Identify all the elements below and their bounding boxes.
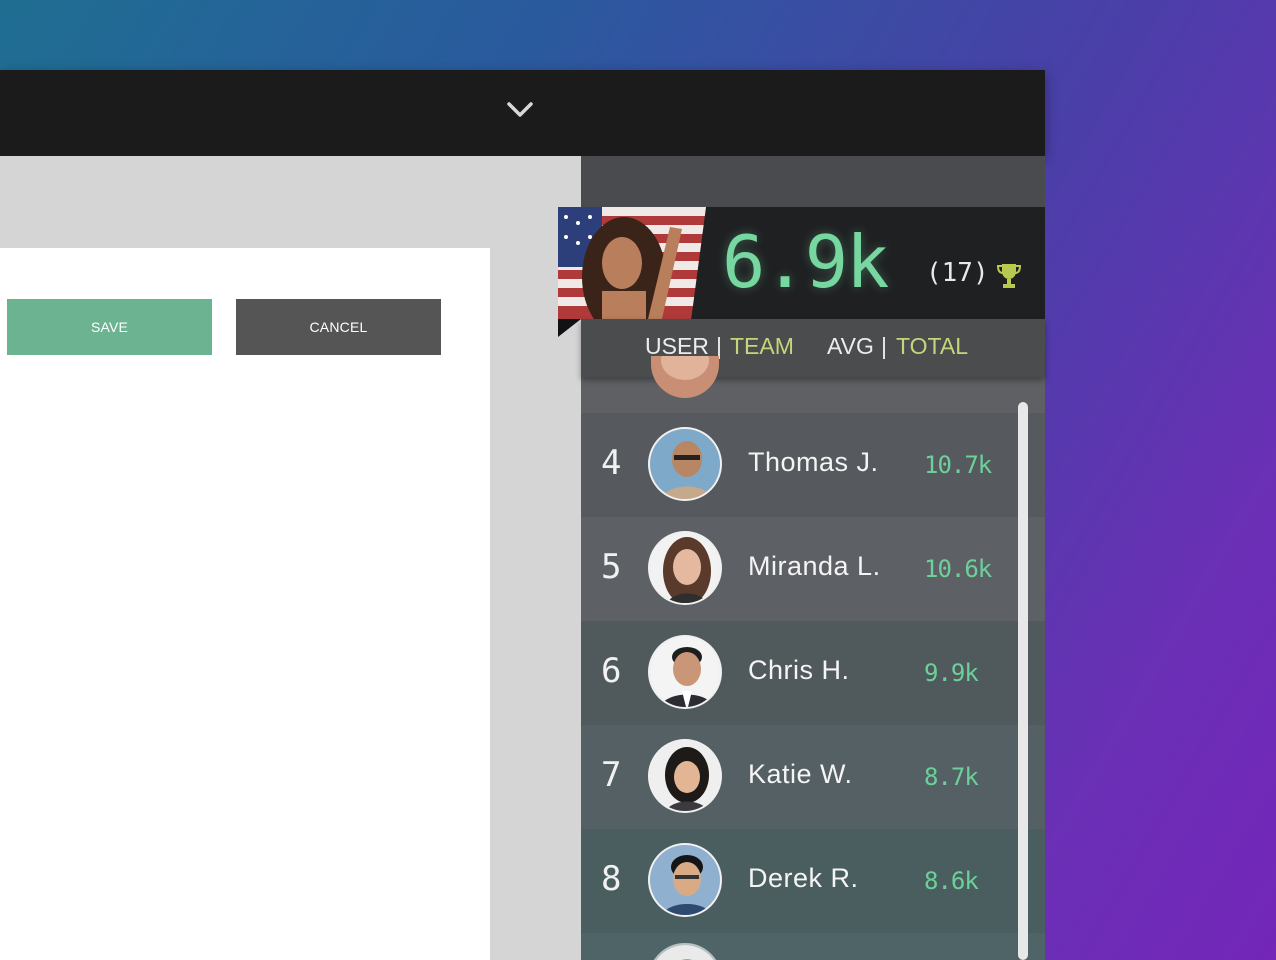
user-name: Katie W. (748, 759, 853, 789)
chevron-down-icon[interactable] (505, 98, 535, 122)
user-name: Miranda L. (748, 551, 881, 581)
list-item[interactable]: 5 Miranda L. 10.6k (581, 517, 1021, 621)
user-score: 8.7k (924, 763, 979, 791)
cancel-button[interactable]: CANCEL (236, 299, 441, 355)
user-score: 10.6k (924, 555, 992, 583)
filter-separator: | (881, 333, 887, 359)
avatar (648, 427, 722, 501)
list-item[interactable]: 8 Derek R. 8.6k (581, 829, 1021, 933)
banner-fold (558, 319, 581, 337)
user-name: Chris H. (748, 655, 850, 685)
top-bar (0, 70, 1045, 156)
rank-number: 6 (601, 651, 622, 691)
avatar (648, 739, 722, 813)
avatar (648, 943, 722, 960)
filter-team[interactable]: TEAM (730, 333, 794, 360)
list-item[interactable]: 4 Thomas J. 10.7k (581, 413, 1021, 517)
current-user-rank: (17) (926, 258, 989, 288)
avatar (648, 635, 722, 709)
filter-total[interactable]: TOTAL (896, 333, 968, 360)
avatar (648, 531, 722, 605)
rank-number: 8 (601, 859, 622, 899)
list-item[interactable]: 7 Katie W. 8.7k (581, 725, 1021, 829)
rank-number: 5 (601, 547, 622, 587)
leaderboard-list[interactable]: 4 Thomas J. 10.7k 5 Miranda L. 10.6k 6 C… (581, 377, 1021, 960)
current-user-score: 6.9k (722, 220, 889, 304)
filter-avg[interactable]: AVG (827, 333, 874, 360)
current-user-photo (558, 207, 706, 319)
rank-number: 7 (601, 755, 622, 795)
list-item[interactable]: 6 Chris H. 9.9k (581, 621, 1021, 725)
user-name: Derek R. (748, 863, 859, 893)
rank-number: 4 (601, 443, 622, 483)
panel-top-strip (581, 156, 1045, 208)
avatar (648, 843, 722, 917)
scrollbar[interactable] (1018, 402, 1028, 960)
trophy-icon (996, 264, 1022, 288)
save-button[interactable]: SAVE (7, 299, 212, 355)
user-score: 10.7k (924, 451, 992, 479)
user-score: 8.6k (924, 867, 979, 895)
user-score: 9.9k (924, 659, 979, 687)
user-name: Thomas J. (748, 447, 879, 477)
